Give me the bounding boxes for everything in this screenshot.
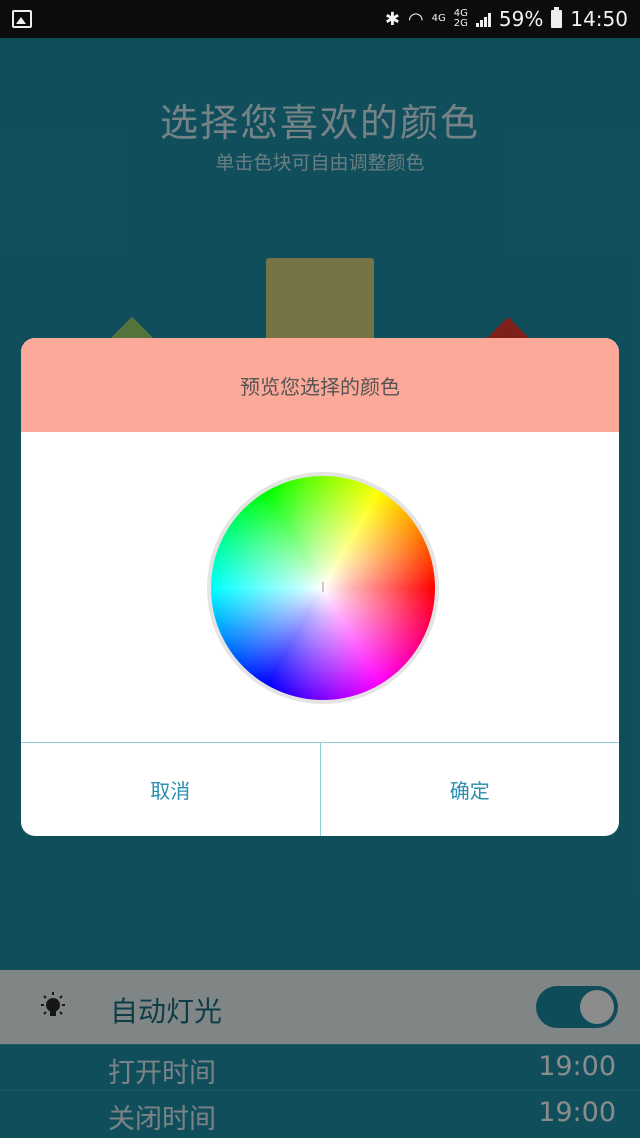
- bluetooth-icon: ✱: [384, 8, 400, 30]
- app-screen: ✱ ◠ 4G 4G 2G 59% 14:50 选择您喜欢的颜色 单击色块可自由调…: [0, 0, 640, 1138]
- color-wheel-cursor[interactable]: [322, 582, 324, 592]
- signal-icon: [475, 11, 491, 27]
- dialog-footer: 取消 确定: [21, 742, 619, 836]
- confirm-button[interactable]: 确定: [321, 743, 620, 836]
- gallery-icon: [12, 10, 32, 28]
- cancel-button[interactable]: 取消: [21, 743, 321, 836]
- clock: 14:50: [570, 7, 628, 31]
- battery-percent: 59%: [498, 7, 544, 31]
- dialog-title: 预览您选择的颜色: [240, 374, 400, 399]
- color-wheel-frame: [207, 472, 439, 704]
- color-wheel[interactable]: [211, 476, 435, 700]
- wifi-icon: ◠: [407, 8, 424, 30]
- network-2g-label: 2G: [453, 18, 468, 29]
- status-bar: ✱ ◠ 4G 4G 2G 59% 14:50: [0, 0, 640, 38]
- battery-icon: [551, 7, 563, 28]
- color-preview-dialog: 预览您选择的颜色 取消 确定: [21, 338, 619, 836]
- network-4g-label: 4G: [431, 13, 446, 24]
- dialog-header: 预览您选择的颜色: [21, 338, 619, 432]
